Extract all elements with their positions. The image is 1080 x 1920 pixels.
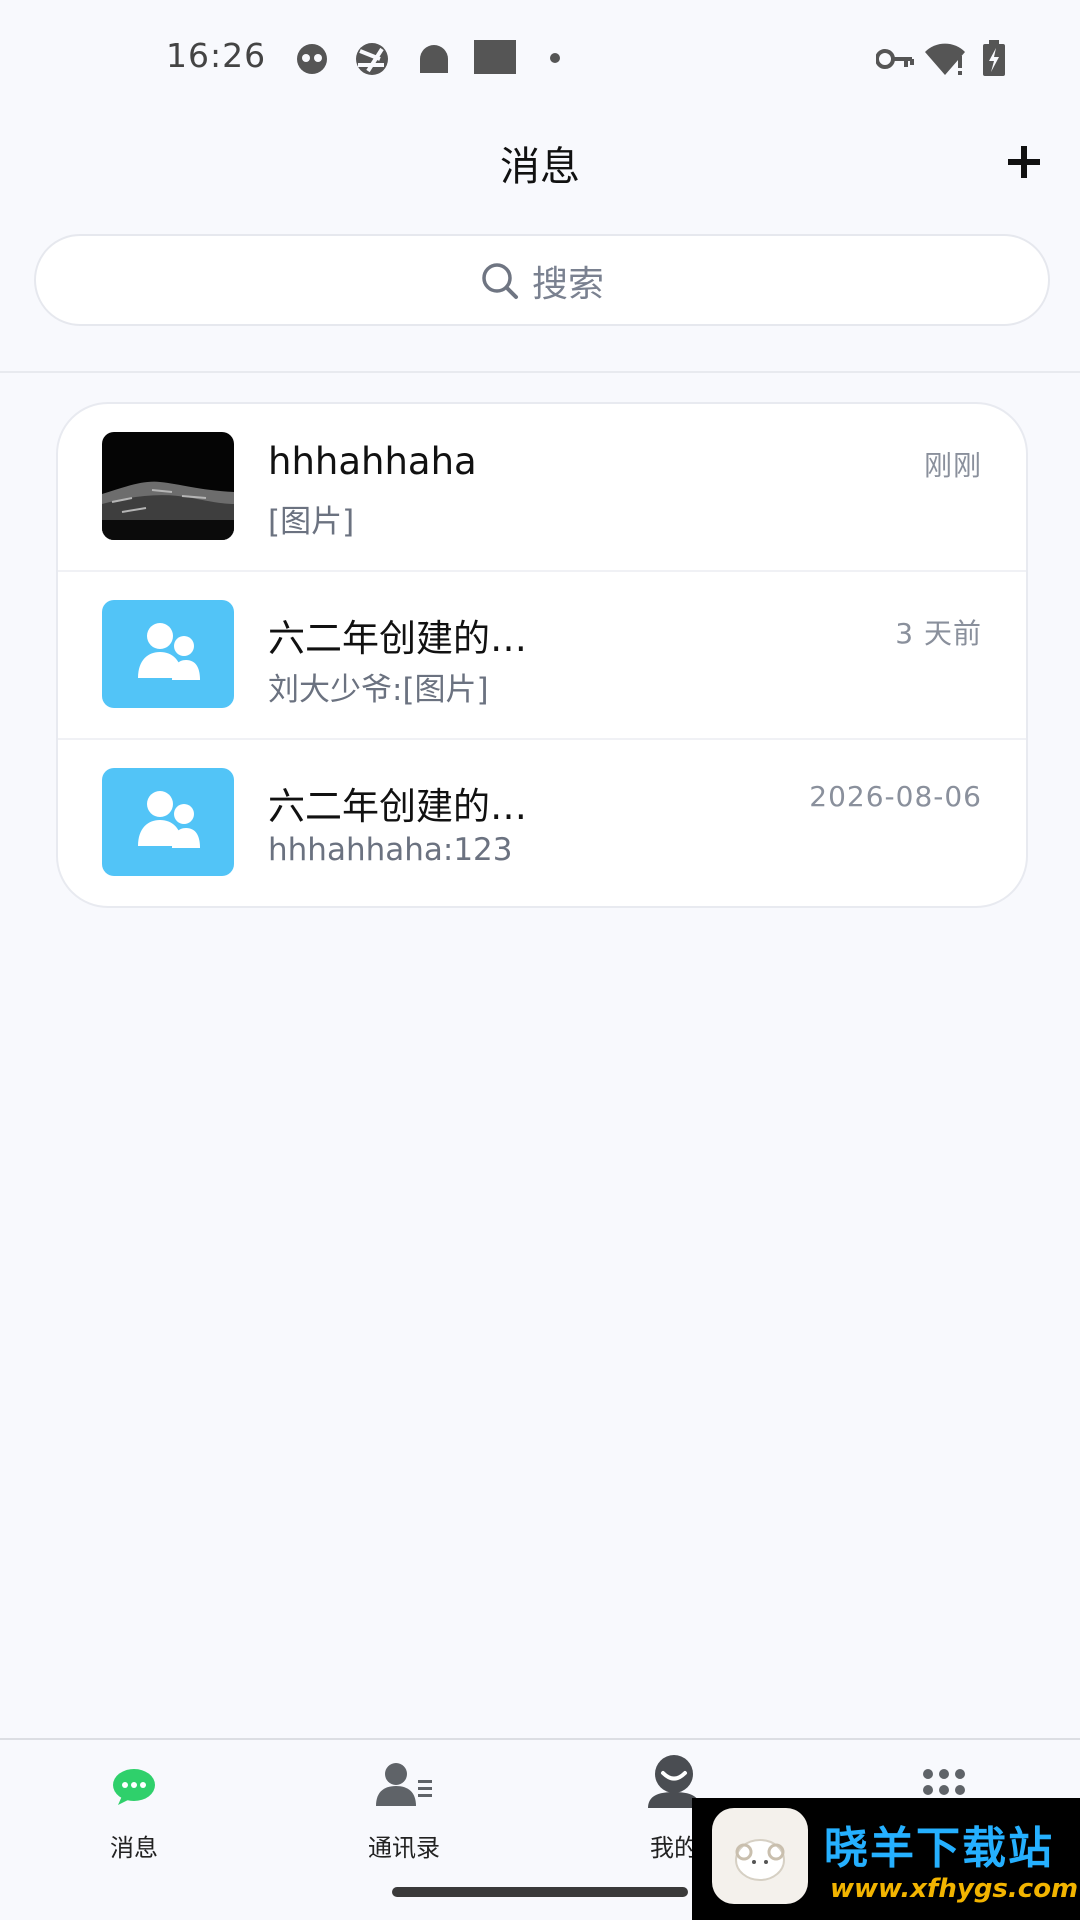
conversation-item[interactable]: 六二年创建的… 刘大少爷:[图片] 3 天前 <box>58 572 1026 740</box>
conversation-list: hhhahhaha [图片] 刚刚 六二年创建的… 刘大少爷:[图片] 3 天前 <box>56 402 1028 908</box>
conversation-name: 六二年创建的… <box>268 617 527 660</box>
moon-photo-thumbnail <box>102 432 234 540</box>
plus-icon[interactable] <box>1002 140 1046 184</box>
group-icon <box>138 623 200 680</box>
conversation-name: hhhahhaha <box>268 440 477 483</box>
conversation-preview: 刘大少爷:[图片] <box>268 672 489 708</box>
group-avatar <box>102 768 234 876</box>
header: 消息 <box>0 110 1080 210</box>
status-bar: 16:26 <box>0 0 1080 110</box>
battery-charging-icon <box>983 40 1005 76</box>
search-placeholder: 搜索 <box>531 264 604 305</box>
android-icon <box>420 45 448 73</box>
screen: 16:26 消息 搜索 hhhahhaha [图片] 刚刚 六二年创建的… 刘大… <box>0 0 1080 1920</box>
watermark-title: 晓羊下载站 <box>824 1823 1054 1874</box>
status-time: 16:26 <box>166 36 267 75</box>
avatar-photo <box>102 432 234 540</box>
tab-label: 通讯录 <box>368 1834 440 1862</box>
tab-messages[interactable]: 消息 <box>34 1760 234 1870</box>
vpn-key-icon <box>876 49 914 69</box>
square-icon <box>474 40 516 74</box>
header-divider <box>0 371 1080 373</box>
group-icon <box>138 791 200 848</box>
watermark: 晓羊下载站 www.xfhygs.com <box>692 1798 1080 1920</box>
cat-icon <box>297 44 327 74</box>
search-input[interactable]: 搜索 <box>34 234 1050 326</box>
conversation-time: 刚刚 <box>923 449 982 482</box>
conversation-item[interactable]: hhhahhaha [图片] 刚刚 <box>58 404 1026 572</box>
home-indicator[interactable] <box>392 1887 688 1897</box>
dot-icon <box>550 53 560 63</box>
chat-bubble-icon <box>113 1769 155 1805</box>
conversation-preview: hhhahhaha:123 <box>268 832 513 868</box>
conversation-item[interactable]: 六二年创建的… hhhahhaha:123 2026-08-06 <box>58 740 1026 906</box>
conversation-time: 2026-08-06 <box>809 780 982 813</box>
sheep-logo-icon <box>712 1808 808 1904</box>
conversation-time: 3 天前 <box>895 617 982 650</box>
group-avatar <box>102 600 234 708</box>
conversation-name: 六二年创建的… <box>268 785 527 828</box>
wifi-alert-icon <box>925 43 965 75</box>
sheep-drawing <box>735 1839 785 1881</box>
page-title: 消息 <box>500 144 580 190</box>
conversation-preview: [图片] <box>268 504 355 540</box>
search-icon <box>482 263 518 299</box>
contacts-icon <box>376 1763 432 1806</box>
tab-label: 消息 <box>110 1834 158 1862</box>
watermark-url: www.xfhygs.com <box>830 1874 1079 1904</box>
aperture-icon <box>356 43 388 75</box>
tab-contacts[interactable]: 通讯录 <box>304 1760 504 1870</box>
search-inner: 搜索 <box>36 258 1048 305</box>
